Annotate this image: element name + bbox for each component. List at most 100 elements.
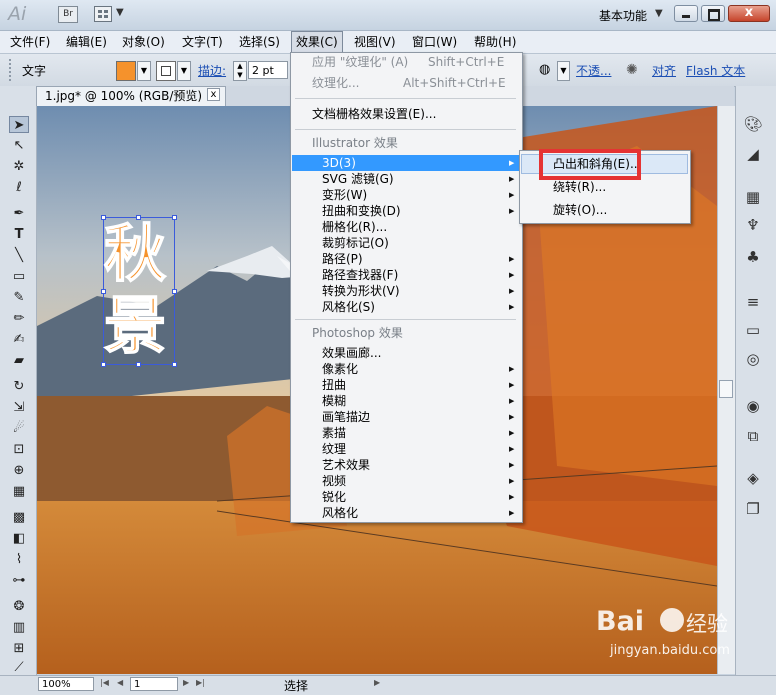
menu-item-texture[interactable]: 纹理	[322, 441, 346, 457]
selection-handle[interactable]	[172, 362, 177, 367]
symbols-panel-icon[interactable]: ♣	[742, 247, 764, 267]
menu-item-distort-transform[interactable]: 扭曲和变换(D)	[322, 203, 401, 219]
menu-file[interactable]: 文件(F)	[6, 31, 54, 53]
selection-handle[interactable]	[172, 289, 177, 294]
menu-item-artistic[interactable]: 艺术效果	[322, 457, 370, 473]
menu-effect[interactable]: 效果(C)	[291, 31, 343, 53]
column-graph-tool-icon[interactable]: ▥	[9, 619, 29, 636]
menu-item-sharpen[interactable]: 锐化	[322, 489, 346, 505]
rectangle-tool-icon[interactable]: ▭	[9, 268, 29, 285]
bridge-button[interactable]: Br	[58, 6, 78, 23]
color-guide-panel-icon[interactable]: ◢	[742, 144, 764, 164]
artboards-panel-icon[interactable]: ❐	[742, 499, 764, 519]
previous-artboard-icon[interactable]: ◀	[117, 678, 123, 687]
chevron-down-icon[interactable]: ▼	[557, 61, 570, 81]
align-link[interactable]: 对齐	[652, 62, 676, 79]
menu-item-doc-raster-settings[interactable]: 文档栅格效果设置(E)...	[312, 106, 436, 122]
stroke-stepper[interactable]: ▲ ▼	[233, 61, 247, 81]
menu-view[interactable]: 视图(V)	[350, 31, 400, 53]
lasso-tool-icon[interactable]: ℓ	[9, 179, 29, 196]
menu-item-convert-to-shape[interactable]: 转换为形状(V)	[322, 283, 400, 299]
direct-selection-tool-icon[interactable]: ↖	[9, 137, 29, 154]
scale-tool-icon[interactable]: ⇲	[9, 399, 29, 416]
menu-item-blur[interactable]: 模糊	[322, 393, 346, 409]
pen-tool-icon[interactable]: ✒	[9, 205, 29, 222]
blend-tool-icon[interactable]: ⊶	[9, 572, 29, 589]
blob-brush-tool-icon[interactable]: ✍	[9, 331, 29, 348]
stroke-link[interactable]: 描边:	[198, 62, 226, 79]
swatches-panel-icon[interactable]: ▦	[742, 187, 764, 207]
graphic-styles-panel-icon[interactable]: ⧉	[742, 426, 764, 446]
document-tab[interactable]: 1.jpg* @ 100% (RGB/预览)	[36, 86, 226, 106]
status-menu-icon[interactable]: ▶	[374, 678, 380, 687]
minimize-button[interactable]	[674, 5, 698, 22]
line-tool-icon[interactable]: ╲	[9, 247, 29, 264]
menu-edit[interactable]: 编辑(E)	[62, 31, 111, 53]
opacity-link[interactable]: 不透...	[576, 62, 611, 79]
selection-handle[interactable]	[101, 362, 106, 367]
gradient-tool-icon[interactable]: ◧	[9, 530, 29, 547]
recolor-icon[interactable]: ✺	[626, 62, 638, 78]
menu-item-distort[interactable]: 扭曲	[322, 377, 346, 393]
menu-item-svg-filters[interactable]: SVG 滤镜(G)	[322, 171, 394, 187]
gradient-panel-icon[interactable]: ▭	[742, 320, 764, 340]
first-artboard-icon[interactable]: |◀	[100, 678, 109, 687]
status-indicator[interactable]: 选择	[284, 677, 308, 694]
stroke-color-swatch[interactable]	[156, 61, 176, 81]
layers-panel-icon[interactable]: ◈	[742, 468, 764, 488]
selection-handle[interactable]	[172, 215, 177, 220]
arrange-documents-icon[interactable]	[94, 6, 112, 22]
menu-item-brush-strokes[interactable]: 画笔描边	[322, 409, 370, 425]
menu-item-revolve[interactable]: 绕转(R)...	[553, 178, 606, 196]
artboard-number-field[interactable]: 1	[130, 677, 178, 691]
menu-item-stylize[interactable]: 风格化(S)	[322, 299, 375, 315]
selection-tool-icon[interactable]: ➤	[9, 116, 29, 133]
perspective-grid-tool-icon[interactable]: ▦	[9, 483, 29, 500]
menu-item-crop-marks[interactable]: 裁剪标记(O)	[322, 235, 389, 251]
panel-grip[interactable]	[9, 59, 14, 81]
shape-builder-tool-icon[interactable]: ⊕	[9, 462, 29, 479]
chevron-down-icon[interactable]: ▼	[177, 61, 191, 81]
eyedropper-tool-icon[interactable]: ⌇	[9, 551, 29, 568]
menu-item-sketch[interactable]: 素描	[322, 425, 346, 441]
warp-tool-icon[interactable]: ☄	[9, 420, 29, 437]
menu-select[interactable]: 选择(S)	[235, 31, 284, 53]
menu-object[interactable]: 对象(O)	[118, 31, 169, 53]
flash-text-link[interactable]: Flash 文本	[686, 62, 745, 79]
menu-item-path[interactable]: 路径(P)	[322, 251, 363, 267]
last-artboard-icon[interactable]: ▶|	[196, 678, 205, 687]
menu-item-3d[interactable]: 3D(3)	[322, 155, 356, 171]
zoom-field[interactable]: 100%	[38, 677, 94, 691]
type-tool-icon[interactable]: T	[9, 226, 29, 243]
paintbrush-tool-icon[interactable]: ✎	[9, 289, 29, 306]
close-icon[interactable]: x	[207, 88, 220, 101]
menu-help[interactable]: 帮助(H)	[470, 31, 520, 53]
eraser-tool-icon[interactable]: ▰	[9, 352, 29, 369]
color-panel-icon[interactable]: 🎨︎	[742, 114, 764, 134]
chevron-down-icon[interactable]: ▼	[137, 61, 151, 81]
fill-color-swatch[interactable]	[116, 61, 136, 81]
menu-item-rasterize[interactable]: 栅格化(R)...	[322, 219, 387, 235]
appearance-panel-icon[interactable]: ◉	[742, 396, 764, 416]
transparency-panel-icon[interactable]: ◎	[742, 349, 764, 369]
next-artboard-icon[interactable]: ▶	[183, 678, 189, 687]
menu-item-apply-last[interactable]: 应用 "纹理化" (A)	[312, 54, 408, 70]
symbol-sprayer-tool-icon[interactable]: ❂	[9, 598, 29, 615]
menu-item-video[interactable]: 视频	[322, 473, 346, 489]
artboard-tool-icon[interactable]: ⊞	[9, 640, 29, 657]
maximize-button[interactable]	[701, 5, 725, 22]
menu-item-pixelate[interactable]: 像素化	[322, 361, 358, 377]
menu-item-effect-gallery[interactable]: 效果画廊...	[322, 345, 381, 361]
menu-item-warp[interactable]: 变形(W)	[322, 187, 367, 203]
magic-wand-tool-icon[interactable]: ✲	[9, 158, 29, 175]
slice-tool-icon[interactable]: ⟋	[9, 659, 29, 676]
free-transform-tool-icon[interactable]: ⊡	[9, 441, 29, 458]
workspace-switcher[interactable]: 基本功能	[599, 7, 647, 24]
chevron-down-icon[interactable]: ▼	[116, 7, 124, 18]
menu-item-last-effect[interactable]: 纹理化...	[312, 75, 359, 91]
mesh-tool-icon[interactable]: ▩	[9, 509, 29, 526]
brushes-panel-icon[interactable]: ♆	[742, 215, 764, 235]
selection-handle[interactable]	[136, 362, 141, 367]
menu-type[interactable]: 文字(T)	[178, 31, 227, 53]
scrollbar-thumb[interactable]	[719, 380, 733, 398]
